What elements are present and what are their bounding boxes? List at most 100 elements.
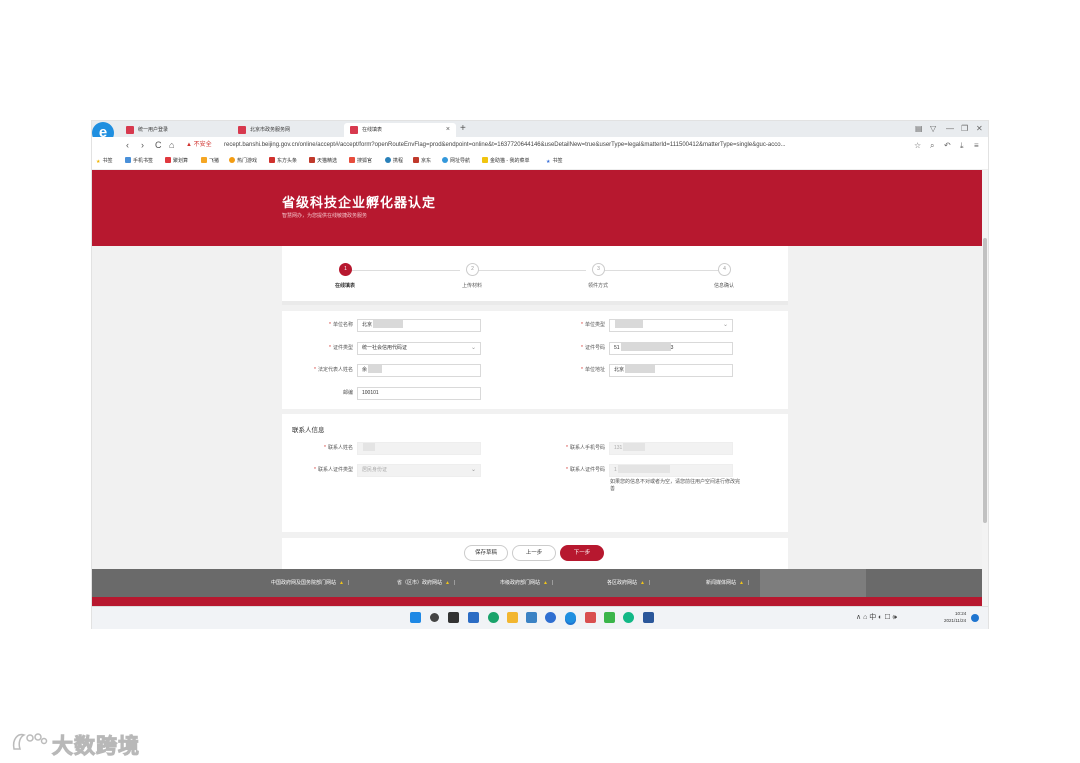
- shield-icon[interactable]: ▽: [930, 124, 936, 134]
- system-tray[interactable]: ∧ ⌂ 中 ◐ ☐ 🕪: [856, 612, 897, 623]
- step-3-dot: 3: [592, 263, 605, 276]
- footer-link-central-gov[interactable]: 中国政府网及国务院部门网站 ▲ |: [271, 579, 349, 586]
- clock[interactable]: 10:24 2021/11/24: [944, 610, 966, 624]
- bookmark-item[interactable]: 金助猫 - 我的菜单: [482, 157, 529, 166]
- id-type-select[interactable]: 统一社会信用代码证 ⌄: [357, 342, 481, 355]
- file-explorer-icon[interactable]: [507, 612, 518, 623]
- step-2-label: 上传材料: [461, 283, 483, 289]
- tab-label: 在线填表: [362, 127, 383, 133]
- bookmark-item[interactable]: 飞猪: [201, 157, 219, 166]
- browser-window: e 统一用户登录 北京市政务服务网 在线填表 × + ▤ ▽ — ❐ ✕ ‹ ›…: [92, 121, 988, 629]
- unit-info-form: * 单位名称 北京 * 单位类型 ⌄ * 证件类型 统一社会信用代码证 ⌄ * 证件号码 …: [282, 311, 788, 409]
- contact-id-number-input[interactable]: 1: [609, 464, 733, 477]
- restore-icon[interactable]: ❐: [961, 124, 968, 134]
- id-type-label: * 证件类型: [329, 345, 353, 351]
- unit-type-select[interactable]: ⌄: [609, 319, 733, 332]
- redacted-block: [625, 365, 656, 373]
- step-1-label: 在线填表: [334, 283, 356, 289]
- edge-icon[interactable]: [488, 612, 499, 623]
- redacted-block: [620, 343, 671, 351]
- app-icon[interactable]: [585, 612, 596, 623]
- tab-unified-login[interactable]: 统一用户登录: [120, 123, 232, 137]
- tab-favicon-icon: [350, 126, 358, 134]
- footer-link-news-media[interactable]: 新闻媒体网站 ▲ |: [706, 579, 749, 586]
- search-icon[interactable]: ⌕: [930, 140, 934, 151]
- contact-name-label: * 联系人姓名: [324, 445, 353, 451]
- postcode-label: 邮编: [342, 390, 353, 396]
- widgets-icon[interactable]: [468, 612, 479, 623]
- bookmark-item[interactable]: 天猫精选: [309, 157, 337, 166]
- back-icon[interactable]: ‹: [126, 139, 129, 151]
- id-number-input[interactable]: 51 3: [609, 342, 733, 355]
- tab-online-form[interactable]: 在线填表 ×: [344, 123, 456, 137]
- id-number-label: * 证件号码: [581, 345, 605, 351]
- tab-gov-service[interactable]: 北京市政务服务网: [232, 123, 344, 137]
- minimize-icon[interactable]: —: [946, 124, 954, 134]
- scrollbar-thumb[interactable]: [983, 238, 987, 523]
- redacted-block: [363, 443, 375, 451]
- tab-label: 统一用户登录: [138, 127, 169, 133]
- task-view-icon[interactable]: [448, 612, 459, 623]
- bookmark-item[interactable]: 京东: [413, 157, 431, 166]
- bookmark-item[interactable]: 网址导航: [442, 157, 470, 166]
- page-title: 省级科技企业孵化器认定: [282, 195, 437, 210]
- prev-step-button[interactable]: 上一步: [512, 545, 556, 561]
- home-icon[interactable]: ⌂: [169, 139, 174, 151]
- close-window-icon[interactable]: ✕: [976, 124, 983, 134]
- clock-date: 2021/11/24: [944, 618, 967, 623]
- notification-icon[interactable]: [971, 614, 979, 622]
- new-tab-button[interactable]: +: [460, 123, 466, 135]
- progress-steps: 1 2 3 4 在线填表 上传材料 领件方式 信息确认: [282, 246, 788, 305]
- footer-link-district-gov[interactable]: 各区政府网站 ▲ |: [607, 579, 650, 586]
- footer-link-provincial-gov[interactable]: 省（区市）政府网站 ▲ |: [397, 579, 455, 586]
- mail-icon[interactable]: [526, 612, 537, 623]
- tab-bar: e 统一用户登录 北京市政务服务网 在线填表 × + ▤ ▽ — ❐ ✕: [92, 121, 988, 144]
- close-tab-icon[interactable]: ×: [446, 123, 450, 137]
- legal-rep-input[interactable]: 余: [357, 364, 481, 377]
- app-icon[interactable]: [545, 612, 556, 623]
- bookmark-item[interactable]: 携程: [385, 157, 403, 166]
- bookmark-item[interactable]: 聚划算: [165, 157, 188, 166]
- save-draft-button[interactable]: 保存草稿: [464, 545, 508, 561]
- bookmark-item[interactable]: 热门游戏: [229, 157, 257, 166]
- bookmark-item[interactable]: 手机书签: [125, 157, 153, 166]
- address-input[interactable]: 北京: [609, 364, 733, 377]
- steps-divider: [282, 301, 788, 305]
- search-icon[interactable]: [430, 613, 439, 622]
- url-field[interactable]: recept.banshi.beijing.gov.cn/online/acce…: [224, 140, 914, 151]
- bookmark-item[interactable]: 搜狐官: [349, 157, 372, 166]
- bookmark-item[interactable]: 东方头条: [269, 157, 297, 166]
- download-icon[interactable]: ⤓: [960, 140, 964, 151]
- contact-id-number-label: * 联系人证件号码: [566, 467, 605, 473]
- clock-time: 10:24: [954, 611, 967, 616]
- word-icon[interactable]: [643, 612, 654, 623]
- unit-name-input[interactable]: 北京: [357, 319, 481, 332]
- legal-rep-label: * 法定代表人姓名: [314, 367, 353, 373]
- bookmark-item[interactable]: ★ 书签: [546, 157, 563, 167]
- forward-icon[interactable]: ›: [141, 139, 144, 151]
- browser-taskbar-icon[interactable]: [565, 612, 576, 623]
- security-warning[interactable]: ▲ 不安全: [186, 140, 212, 151]
- undo-icon[interactable]: ↶: [944, 140, 951, 151]
- start-icon[interactable]: [410, 612, 421, 623]
- address-label: * 单位地址: [581, 367, 605, 373]
- reload-icon[interactable]: C: [155, 139, 162, 151]
- next-step-button[interactable]: 下一步: [560, 545, 604, 561]
- bookmark-item[interactable]: ★ 书签: [96, 157, 113, 167]
- footer-link-city-dept[interactable]: 市级政府部门网站 ▲ |: [500, 579, 553, 586]
- menu-icon[interactable]: ▤: [915, 124, 923, 134]
- contact-name-input[interactable]: [357, 442, 481, 455]
- postcode-input[interactable]: 100101: [357, 387, 481, 400]
- contact-phone-input[interactable]: 131: [609, 442, 733, 455]
- redacted-block: [617, 465, 670, 473]
- page-banner: 省级科技企业孵化器认定 智慧网办，为您提供在线敏捷政务服务: [92, 170, 982, 246]
- wechat-icon[interactable]: [623, 612, 634, 623]
- contact-id-type-select[interactable]: 居民身份证 ⌄: [357, 464, 481, 477]
- favorite-star-icon[interactable]: ☆: [914, 140, 921, 151]
- contact-id-type-label: * 联系人证件类型: [314, 467, 353, 473]
- step-3-label: 领件方式: [587, 283, 609, 289]
- app-icon[interactable]: [604, 612, 615, 623]
- settings-icon[interactable]: ≡: [974, 140, 979, 151]
- page-scrollbar[interactable]: [982, 170, 988, 606]
- address-bar: ‹ › C ⌂ ▲ 不安全 recept.banshi.beijing.gov.…: [92, 137, 988, 155]
